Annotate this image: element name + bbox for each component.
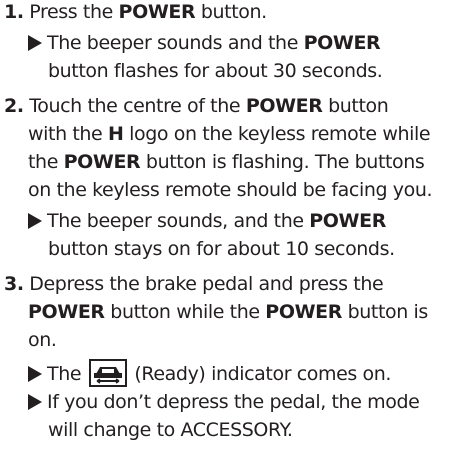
result-arrow-icon [28,366,42,382]
step-number: 3. [4,273,24,295]
instruction-steps: 1. Press the POWER button. The beeper so… [0,0,476,463]
text: logo on the keyless remote while [123,123,431,145]
power-term: POWER [265,301,342,323]
text: The beeper sounds, and the [47,210,310,232]
step-3-result-1: The (Ready) indicator comes on. [28,359,391,387]
power-term: POWER [309,210,386,232]
step-1-line-1: 1. Press the POWER button. [4,0,267,24]
text: with the [28,123,108,145]
step-2-line-1: 2. Touch the centre of the POWER button [4,94,389,118]
text: button stays on for about 10 seconds. [48,238,395,260]
power-term: POWER [303,32,381,54]
step-3-result-2-line-1: If you don’t depress the pedal, the mode [28,390,420,414]
step-2-line-3: the POWER button is flashing. The button… [28,150,425,174]
step-2-result-line-2: button stays on for about 10 seconds. [48,237,395,261]
step-1-result-line-2: button flashes for about 30 seconds. [48,59,383,83]
step-3-line-1: 3. Depress the brake pedal and press the [4,272,384,296]
power-term: POWER [63,151,141,173]
power-term: POWER [28,301,105,323]
text: Press the [29,1,119,23]
text: The beeper sounds and the [47,32,304,54]
text: will change to ACCESSORY. [48,419,293,441]
text: on. [28,329,57,351]
text: button while the [104,301,266,323]
text: button is flashing. The buttons [140,151,425,173]
text: Touch the centre of the [29,95,246,117]
text: The [47,363,87,385]
step-2-result-line-1: The beeper sounds, and the POWER [28,209,386,233]
ready-indicator-icon [88,359,127,387]
step-1-result-line-1: The beeper sounds and the POWER [28,31,381,55]
text: button [322,95,389,117]
step-number: 1. [4,1,24,23]
text: button is [341,301,429,323]
h-logo-term: H [107,123,124,145]
text: button flashes for about 30 seconds. [48,60,383,82]
step-2-line-2: with the H logo on the keyless remote wh… [28,122,431,146]
step-3-line-3: on. [28,328,57,352]
step-2-line-4: on the keyless remote should be facing y… [28,178,433,202]
text: If you don’t depress the pedal, the mode [47,391,420,413]
step-number: 2. [4,95,24,117]
step-3-line-2: POWER button while the POWER button is [28,300,428,324]
text: (Ready) indicator comes on. [128,363,392,385]
result-arrow-icon [28,213,42,229]
power-term: POWER [245,95,323,117]
step-3-result-2-line-2: will change to ACCESSORY. [48,418,293,442]
result-arrow-icon [28,394,42,410]
text: Depress the brake pedal and press the [29,273,384,295]
result-arrow-icon [28,35,42,51]
text: on the keyless remote should be facing y… [28,179,433,201]
text: button. [195,1,267,23]
text: the [28,151,64,173]
power-term: POWER [118,1,196,23]
